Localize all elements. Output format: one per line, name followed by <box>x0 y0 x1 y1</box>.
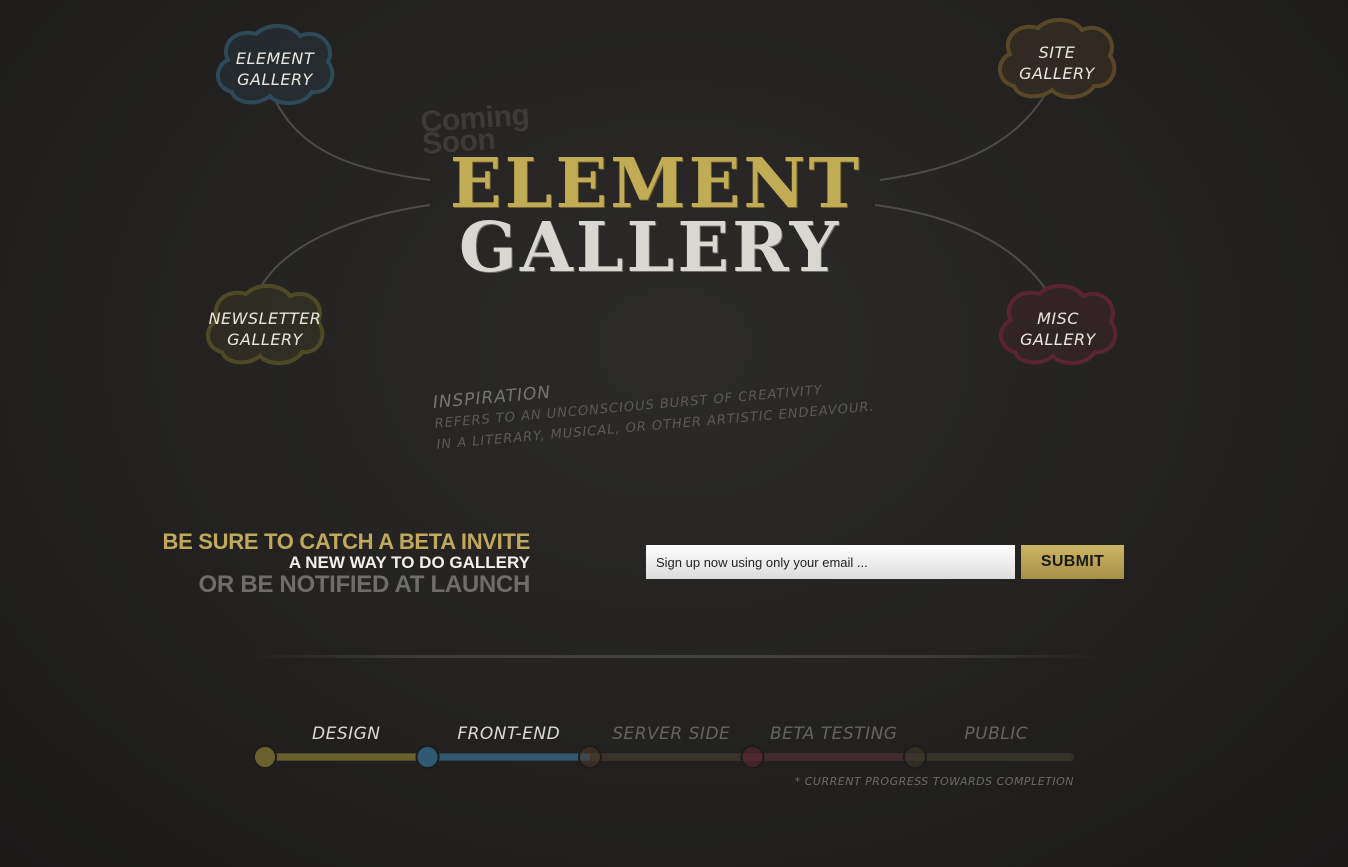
progress-stage-label: BETA TESTING <box>770 724 898 744</box>
progress-node <box>253 745 277 769</box>
progress-stage-label: FRONT-END <box>457 724 561 744</box>
progress-node <box>740 745 765 769</box>
progress-node <box>903 745 927 769</box>
progress-node <box>415 745 440 769</box>
progress-stage-label: PUBLIC <box>964 724 1029 744</box>
progress-stage-label: SERVER SIDE <box>612 724 731 744</box>
progress-note: * CURRENT PROGRESS TOWARDS COMPLETION <box>794 775 1074 788</box>
progress-stage-label: DESIGN <box>311 724 381 744</box>
progress-node <box>578 745 602 769</box>
